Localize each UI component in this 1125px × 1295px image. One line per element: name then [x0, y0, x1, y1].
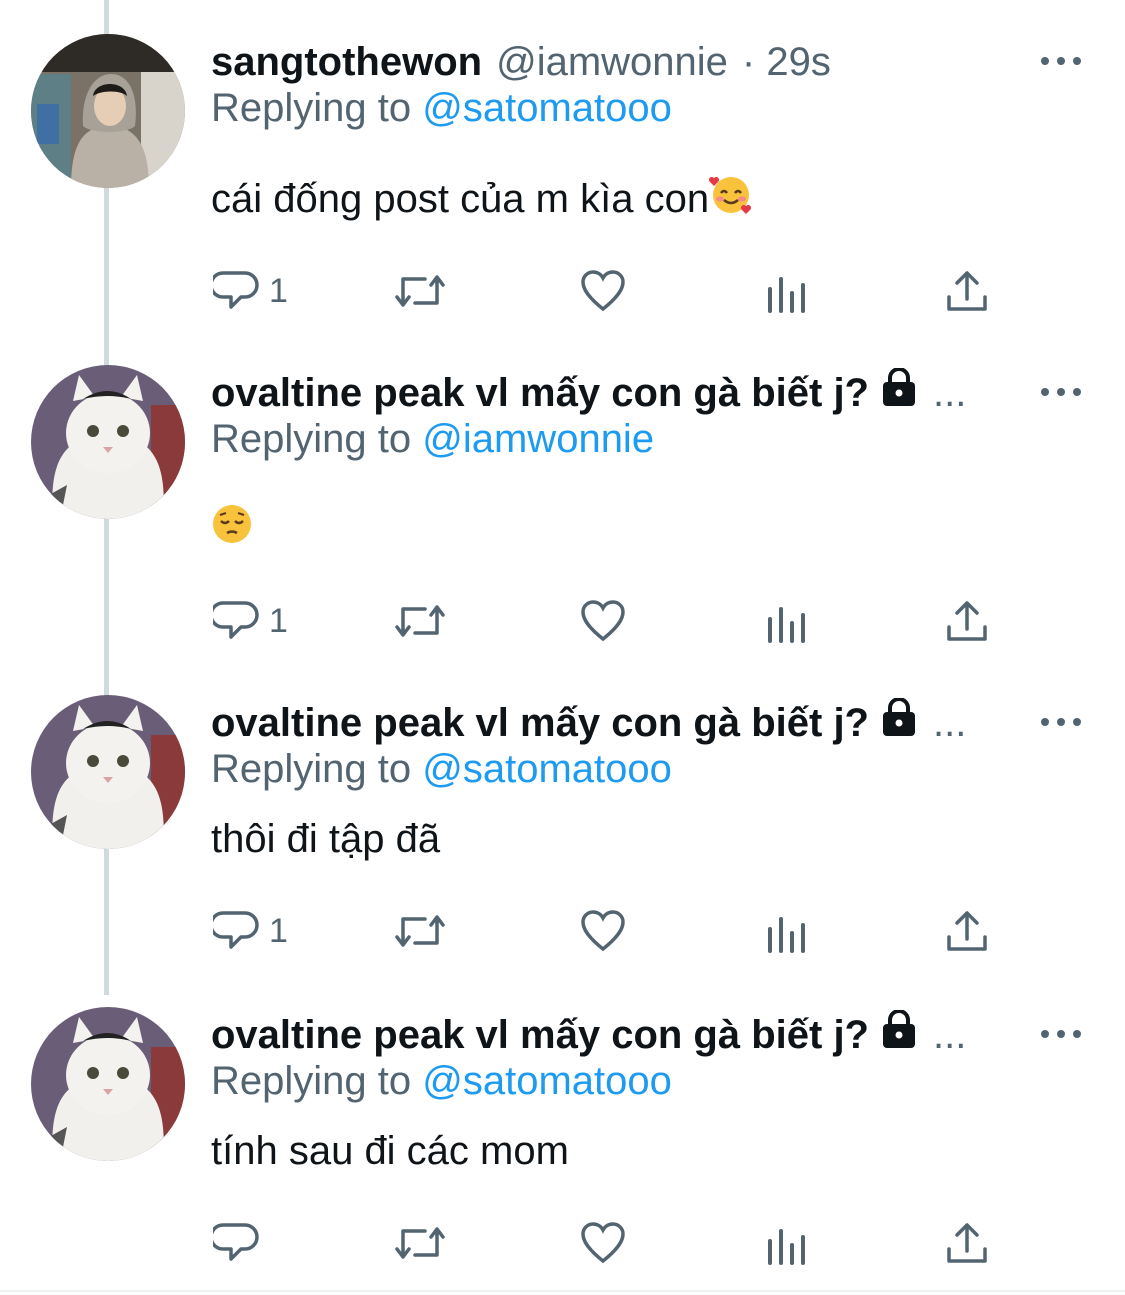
- smiling-face-with-hearts-icon: [709, 172, 753, 226]
- share-button[interactable]: [945, 596, 989, 646]
- display-name[interactable]: ovaltine peak vl mấy con gà biết j?: [211, 701, 869, 746]
- reply-button[interactable]: 1: [213, 596, 288, 646]
- timestamp[interactable]: · 29s: [742, 40, 831, 85]
- like-button[interactable]: [580, 266, 626, 316]
- display-name[interactable]: sangtothewon: [211, 40, 482, 85]
- replying-to: Replying to @satomatooo: [211, 747, 672, 792]
- views-button[interactable]: [766, 1218, 806, 1268]
- views-button[interactable]: [766, 596, 806, 646]
- retweet-icon: [395, 275, 445, 307]
- tweet-text: cái đống post của m kìa con: [211, 172, 753, 226]
- reply-button[interactable]: 1: [213, 266, 288, 316]
- like-button[interactable]: [580, 906, 626, 956]
- tweet-header: ovaltine peak vl mấy con gà biết j? ...: [211, 365, 975, 421]
- replying-to: Replying to @satomatooo: [211, 1059, 672, 1104]
- more-options-icon[interactable]: [1041, 707, 1081, 737]
- like-button[interactable]: [580, 1218, 626, 1268]
- lock-icon: [879, 1009, 919, 1060]
- replying-label: Replying to: [211, 86, 412, 130]
- tweet-text-content: tính sau đi các mom: [211, 1129, 569, 1173]
- mention-link[interactable]: @satomatooo: [422, 1059, 672, 1103]
- retweet-icon: [395, 605, 445, 637]
- retweet-button[interactable]: [393, 596, 447, 646]
- views-button[interactable]: [766, 906, 806, 956]
- tweet-actions: 1: [0, 596, 1125, 646]
- share-icon: [947, 601, 987, 641]
- display-name[interactable]: ovaltine peak vl mấy con gà biết j?: [211, 371, 869, 416]
- reply-count: 1: [269, 271, 288, 310]
- user-handle[interactable]: @iamwonnie: [496, 40, 728, 85]
- lock-icon: [879, 697, 919, 748]
- retweet-button[interactable]: [393, 1218, 447, 1268]
- bar-chart-icon: [768, 607, 805, 643]
- share-icon: [947, 911, 987, 951]
- reply-count: 1: [269, 911, 288, 950]
- share-button[interactable]: [945, 1218, 989, 1268]
- reply-icon: [213, 911, 259, 949]
- heart-icon: [581, 1222, 625, 1264]
- tweet-text-content: cái đống post của m kìa con: [211, 176, 710, 221]
- tweet-actions: [0, 1218, 1125, 1268]
- name-truncation: ...: [933, 370, 967, 415]
- reply-count: 1: [269, 601, 288, 640]
- heart-icon: [581, 600, 625, 642]
- bar-chart-icon: [768, 1229, 805, 1265]
- like-button[interactable]: [580, 596, 626, 646]
- bar-chart-icon: [768, 277, 805, 313]
- share-button[interactable]: [945, 266, 989, 316]
- tweet-text: [211, 503, 253, 555]
- reply-button[interactable]: [213, 1218, 269, 1268]
- avatar[interactable]: [31, 365, 185, 519]
- bottom-divider: [0, 1290, 1125, 1292]
- replying-label: Replying to: [211, 417, 412, 461]
- reply-button[interactable]: 1: [213, 906, 288, 956]
- lock-icon: [879, 367, 919, 418]
- tweet-header: sangtothewon @iamwonnie · 29s: [211, 34, 975, 90]
- heart-icon: [581, 270, 625, 312]
- views-button[interactable]: [766, 266, 806, 316]
- reply-icon: [213, 601, 259, 639]
- tweet-actions: 1: [0, 906, 1125, 956]
- share-icon: [947, 271, 987, 311]
- pensive-face-icon: [211, 503, 253, 555]
- replying-to: Replying to @satomatooo: [211, 86, 672, 131]
- share-icon: [947, 1223, 987, 1263]
- reply-icon: [213, 271, 259, 309]
- mention-link[interactable]: @iamwonnie: [422, 417, 654, 461]
- tweet-text-content: thôi đi tập đã: [211, 817, 441, 861]
- tweet-actions: 1: [0, 266, 1125, 316]
- retweet-icon: [395, 1227, 445, 1259]
- retweet-icon: [395, 915, 445, 947]
- tweet-header: ovaltine peak vl mấy con gà biết j? ...: [211, 1007, 975, 1063]
- avatar[interactable]: [31, 34, 185, 188]
- replying-label: Replying to: [211, 747, 412, 791]
- mention-link[interactable]: @satomatooo: [422, 747, 672, 791]
- share-button[interactable]: [945, 906, 989, 956]
- heart-icon: [581, 910, 625, 952]
- bar-chart-icon: [768, 917, 805, 953]
- replying-to: Replying to @iamwonnie: [211, 417, 654, 462]
- tweet-header: ovaltine peak vl mấy con gà biết j? ...: [211, 695, 975, 751]
- avatar[interactable]: [31, 1007, 185, 1161]
- name-truncation: ...: [933, 700, 967, 745]
- tweet-text: thôi đi tập đã: [211, 817, 440, 862]
- name-truncation: ...: [933, 1012, 967, 1057]
- mention-link[interactable]: @satomatooo: [422, 86, 672, 130]
- retweet-button[interactable]: [393, 266, 447, 316]
- tweet-text: tính sau đi các mom: [211, 1129, 569, 1174]
- retweet-button[interactable]: [393, 906, 447, 956]
- more-options-icon[interactable]: [1041, 377, 1081, 407]
- avatar[interactable]: [31, 695, 185, 849]
- reply-icon: [213, 1223, 259, 1261]
- more-options-icon[interactable]: [1041, 1019, 1081, 1049]
- more-options-icon[interactable]: [1041, 46, 1081, 76]
- display-name[interactable]: ovaltine peak vl mấy con gà biết j?: [211, 1013, 869, 1058]
- replying-label: Replying to: [211, 1059, 412, 1103]
